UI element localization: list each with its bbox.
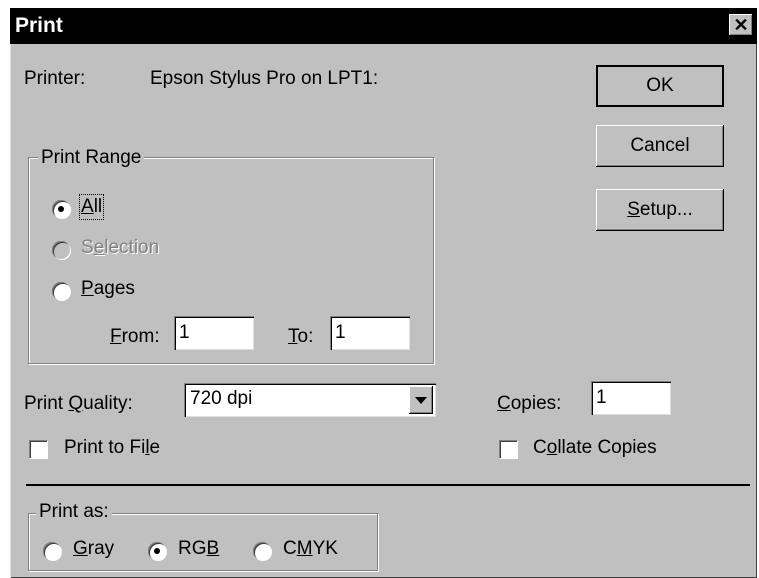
radio-cmyk[interactable] [253,542,271,560]
collate-copies-checkbox[interactable] [499,440,517,458]
radio-cmyk-label[interactable]: CMYK [283,538,338,560]
radio-gray-label[interactable]: Gray [73,538,114,560]
setup-button[interactable]: Setup... [596,189,724,231]
cancel-button-label: Cancel [630,135,690,156]
copies-input[interactable]: 1 [591,381,671,415]
radio-pages[interactable] [52,282,70,300]
setup-button-label: Setup... [627,199,693,220]
radio-rgb[interactable] [148,542,166,560]
print-quality-label: Print Quality: [24,393,133,414]
print-quality-select[interactable]: 720 dpi [184,383,436,417]
radio-all-label[interactable]: All [78,194,105,220]
copies-label: Copies: [497,393,562,414]
chevron-down-icon[interactable] [409,386,433,414]
print-to-file-checkbox[interactable] [29,440,47,458]
printer-label: Printer: [24,68,86,89]
from-label: From: [110,326,160,347]
close-icon: ✕ [733,15,749,35]
radio-all[interactable] [52,200,70,218]
ok-button[interactable]: OK [596,65,724,107]
dialog-title: Print [15,14,63,37]
cancel-button[interactable]: Cancel [596,125,724,167]
print-quality-value: 720 dpi [190,388,253,409]
to-input[interactable]: 1 [330,316,410,350]
print-as-legend: Print as: [36,501,112,523]
radio-pages-label[interactable]: Pages [81,278,135,300]
to-label: To: [288,326,314,347]
title-bar: Print ✕ [10,8,757,44]
radio-rgb-label[interactable]: RGB [178,538,219,560]
print-dialog: Print ✕ Printer: Epson Stylus Pro on LPT… [10,8,757,578]
radio-gray[interactable] [43,542,61,560]
close-button[interactable]: ✕ [729,14,753,36]
from-input[interactable]: 1 [174,316,254,350]
print-to-file-label[interactable]: Print to File [64,437,160,459]
print-range-legend: Print Range [38,147,145,169]
collate-copies-label[interactable]: Collate Copies [533,437,657,459]
radio-selection[interactable] [52,241,70,259]
radio-selection-label[interactable]: Selection [81,237,159,259]
separator [26,484,750,486]
ok-button-label: OK [646,75,674,96]
printer-name: Epson Stylus Pro on LPT1: [150,68,379,89]
